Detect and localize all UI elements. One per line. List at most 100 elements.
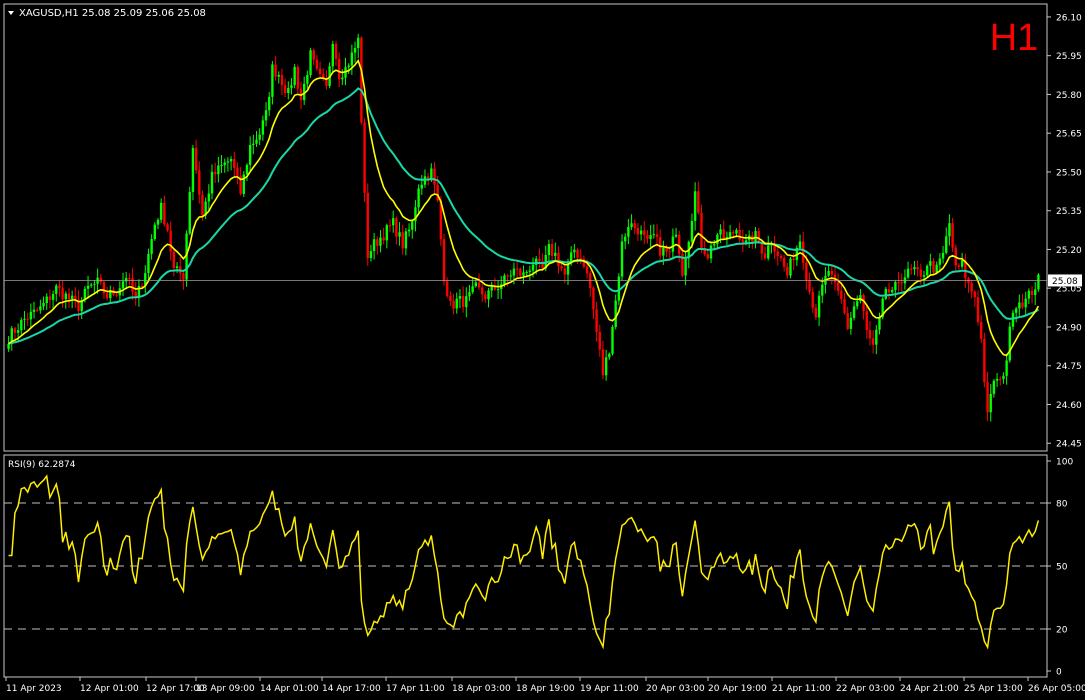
candle-body xyxy=(159,202,163,220)
candle-body xyxy=(23,318,26,320)
candle-body xyxy=(808,279,811,292)
candle-body xyxy=(643,230,646,235)
candle-body xyxy=(649,235,652,239)
candle-body xyxy=(732,232,735,234)
candle-body xyxy=(64,293,68,300)
candle-body xyxy=(150,239,153,254)
candle-body xyxy=(347,65,350,68)
candle-body xyxy=(461,296,465,308)
candle-body xyxy=(248,144,252,165)
candle-body xyxy=(274,64,277,77)
candle-body xyxy=(738,229,741,240)
candle-body xyxy=(706,254,710,259)
candle-body xyxy=(391,218,395,226)
price-tick-label: 25.65 xyxy=(1056,130,1082,140)
candle-body xyxy=(744,240,748,243)
candle-body xyxy=(169,230,172,252)
candle-body xyxy=(271,64,274,97)
candle-body xyxy=(29,311,33,320)
candle-body xyxy=(341,77,344,80)
candle-body xyxy=(827,270,830,276)
symbol-info: XAGUSD,H1 25.08 25.09 25.06 25.08 xyxy=(19,8,206,19)
candle-body xyxy=(261,120,265,135)
candle-body xyxy=(252,143,255,145)
candle-body xyxy=(32,309,36,312)
candle-body xyxy=(312,50,315,60)
candle-body xyxy=(522,272,525,276)
candle-body xyxy=(604,357,608,376)
time-tick-label: 11 Apr 2023 xyxy=(6,684,62,694)
candle-body xyxy=(814,307,818,318)
candle-body xyxy=(1018,302,1021,309)
candle-body xyxy=(878,317,881,330)
candle-body xyxy=(868,330,872,339)
chart-window[interactable]: XAGUSD,H1 25.08 25.09 25.06 25.08 H1 RSI… xyxy=(0,0,1085,700)
candle-body xyxy=(55,285,58,294)
candle-body xyxy=(363,122,366,193)
candle-body xyxy=(334,43,338,59)
candle-body xyxy=(789,258,792,276)
candle-body xyxy=(919,269,923,277)
candle-body xyxy=(172,251,176,269)
candle-body xyxy=(156,219,160,225)
candle-body xyxy=(992,380,996,394)
time-tick-label: 19 Apr 11:00 xyxy=(580,684,639,694)
candle-body xyxy=(1024,298,1027,308)
candle-body xyxy=(1002,375,1005,379)
candle-body xyxy=(287,88,290,93)
candle-body xyxy=(519,268,522,276)
candle-body xyxy=(207,193,211,202)
candle-body xyxy=(471,286,474,293)
candle-body xyxy=(188,191,191,234)
candle-body xyxy=(665,247,668,252)
rsi-tick-label: 80 xyxy=(1056,500,1068,510)
candle-body xyxy=(557,252,560,267)
candle-body xyxy=(627,227,630,237)
time-tick-label: 12 Apr 01:00 xyxy=(80,684,139,694)
time-tick-label: 25 Apr 13:00 xyxy=(964,684,1023,694)
candle-body xyxy=(722,229,725,239)
candle-body xyxy=(290,85,293,89)
candle-body xyxy=(735,229,738,234)
candle-body xyxy=(646,234,649,239)
price-tick-label: 24.75 xyxy=(1056,362,1082,372)
candle-body xyxy=(213,171,217,175)
candle-body xyxy=(236,167,239,176)
candle-body xyxy=(480,287,484,295)
candle-body xyxy=(633,223,636,228)
candle-body xyxy=(264,110,268,121)
candle-body xyxy=(662,247,665,256)
candle-body xyxy=(315,59,319,69)
candle-body xyxy=(360,37,363,123)
candle-body xyxy=(573,249,576,253)
candle-body xyxy=(455,298,458,309)
candle-body xyxy=(67,293,71,299)
timeframe-badge: H1 xyxy=(990,17,1039,59)
candle-body xyxy=(233,158,236,168)
candle-body xyxy=(976,297,980,322)
price-tick-label: 24.45 xyxy=(1056,440,1082,450)
candle-body xyxy=(798,241,802,248)
time-tick-label: 14 Apr 17:00 xyxy=(322,684,381,694)
candle-body xyxy=(398,232,401,237)
candle-body xyxy=(147,253,150,274)
candle-body xyxy=(875,329,878,345)
candle-body xyxy=(983,338,986,383)
price-tick-label: 25.20 xyxy=(1056,246,1082,256)
time-tick-label: 14 Apr 01:00 xyxy=(260,684,319,694)
candle-body xyxy=(350,52,354,66)
candle-body xyxy=(550,244,554,256)
candle-body xyxy=(194,147,198,171)
candle-body xyxy=(999,378,1002,380)
candle-body xyxy=(741,239,745,243)
candle-body xyxy=(468,292,471,297)
candle-body xyxy=(957,265,961,267)
candle-body xyxy=(48,296,52,300)
candle-body xyxy=(1011,312,1015,327)
candle-body xyxy=(763,253,767,259)
rsi-tick-label: 0 xyxy=(1056,668,1062,678)
candle-body xyxy=(223,162,226,166)
candle-body xyxy=(124,277,128,282)
candle-body xyxy=(585,266,589,274)
candle-body xyxy=(166,224,169,231)
